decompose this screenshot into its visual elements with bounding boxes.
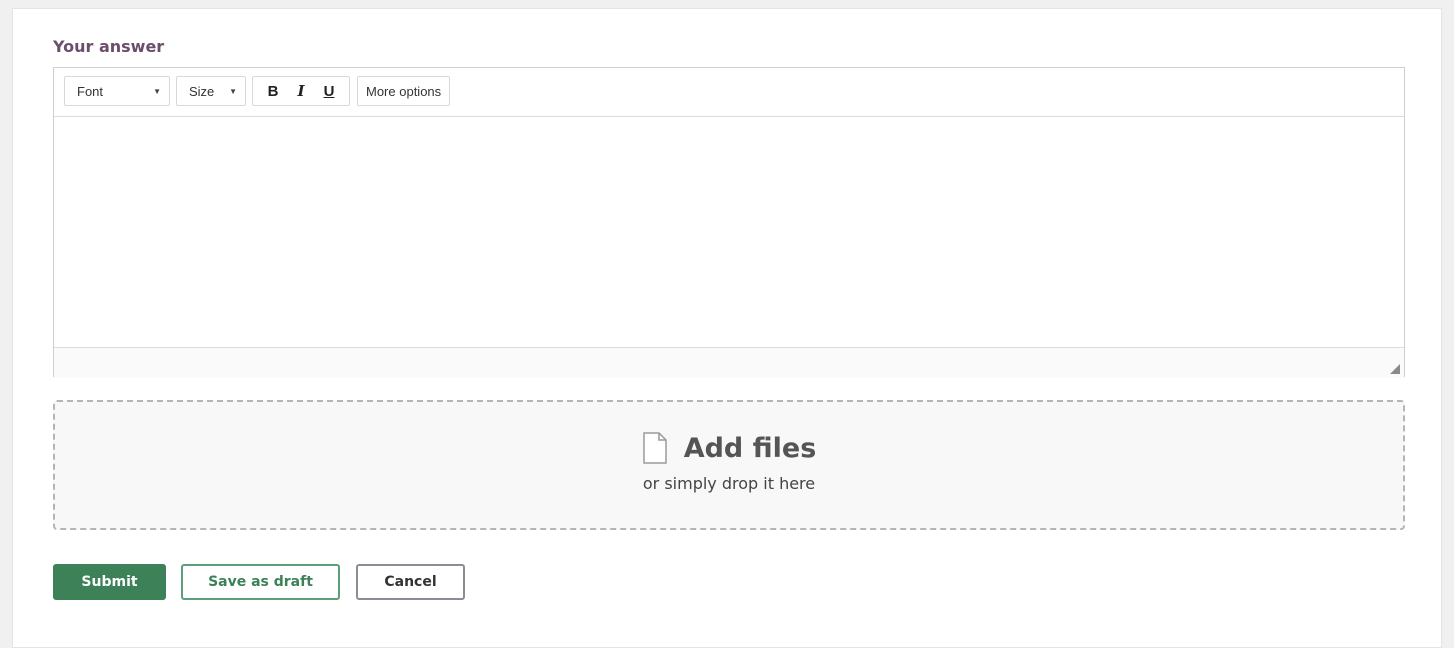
dropzone-subtitle: or simply drop it here [642, 474, 816, 493]
underline-button[interactable]: U [318, 83, 340, 100]
dropzone-title-row: Add files [55, 432, 1403, 464]
answer-label: Your answer [53, 37, 165, 56]
chevron-down-icon: ▼ [229, 86, 237, 96]
cancel-button[interactable]: Cancel [356, 564, 465, 600]
file-icon [642, 432, 668, 464]
file-dropzone[interactable]: Add files or simply drop it here [53, 400, 1405, 530]
resize-handle-icon[interactable] [1390, 364, 1400, 374]
chevron-down-icon: ▼ [153, 86, 161, 96]
font-select[interactable]: Font ▼ [64, 76, 170, 106]
size-select-label: Size [189, 83, 215, 99]
editor-toolbar: Font ▼ Size ▼ B I U More options [54, 68, 1404, 117]
answer-card: Your answer Font ▼ Size ▼ B I U More opt… [12, 8, 1442, 648]
rich-text-editor: Font ▼ Size ▼ B I U More options [53, 67, 1405, 378]
bold-button[interactable]: B [262, 83, 284, 100]
italic-button[interactable]: I [290, 82, 312, 100]
submit-button[interactable]: Submit [53, 564, 166, 600]
editor-text-area[interactable] [54, 117, 1404, 348]
add-files-title: Add files [683, 432, 817, 464]
more-options-button[interactable]: More options [357, 76, 451, 106]
editor-statusbar [54, 348, 1404, 378]
format-button-group: B I U [252, 76, 350, 106]
save-draft-button[interactable]: Save as draft [181, 564, 340, 600]
font-select-label: Font [77, 83, 104, 99]
size-select[interactable]: Size ▼ [176, 76, 246, 106]
